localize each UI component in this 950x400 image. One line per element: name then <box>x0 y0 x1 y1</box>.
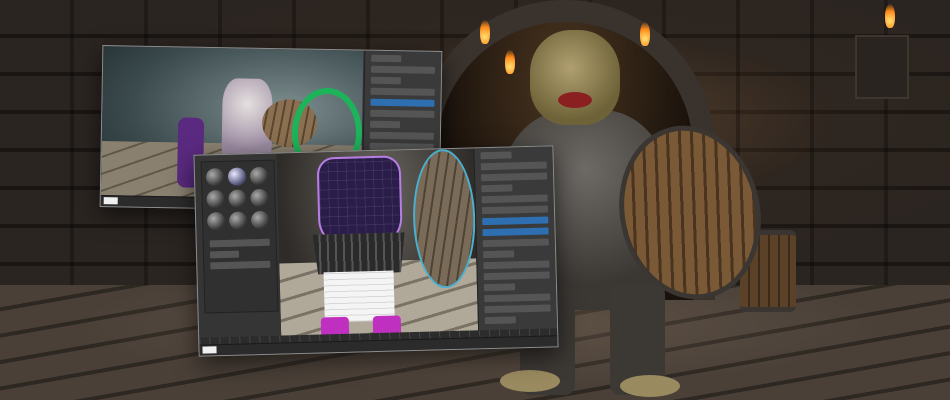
material-sphere-icon[interactable] <box>206 211 226 231</box>
material-sphere-icon[interactable] <box>228 211 248 230</box>
status-swatch <box>202 346 217 354</box>
material-editor-panel <box>200 159 279 314</box>
material-sphere-icon[interactable] <box>228 189 247 208</box>
orc-foot-left <box>500 370 560 392</box>
material-sphere-icon[interactable] <box>250 210 270 230</box>
panel-control[interactable] <box>484 304 551 314</box>
panel-control[interactable] <box>481 172 548 182</box>
orc-foot-right <box>620 375 680 397</box>
character-skirt <box>313 232 406 274</box>
panel-control[interactable] <box>483 283 516 292</box>
viewport-window-2 <box>193 145 559 357</box>
status-swatch <box>103 197 118 205</box>
panel-control[interactable] <box>370 76 402 85</box>
material-sphere-icon[interactable] <box>227 167 247 186</box>
hero-banner <box>0 0 950 400</box>
panel-control[interactable] <box>481 205 549 215</box>
material-param[interactable] <box>209 250 239 259</box>
perspective-viewport-wireframe[interactable] <box>276 148 480 342</box>
panel-control[interactable] <box>483 250 515 259</box>
panel-control[interactable] <box>481 184 513 193</box>
panel-control[interactable] <box>370 87 435 96</box>
orc-mouth <box>558 92 592 108</box>
panel-control[interactable] <box>483 271 550 281</box>
torch-icon <box>885 4 895 28</box>
orc-head <box>530 30 620 125</box>
panel-control-selected[interactable] <box>482 227 549 237</box>
panel-control[interactable] <box>484 293 551 303</box>
material-sphere-icon[interactable] <box>205 167 225 187</box>
panel-control[interactable] <box>370 120 401 129</box>
panel-control-selected[interactable] <box>370 98 435 107</box>
panel-control[interactable] <box>484 316 517 325</box>
panel-control[interactable] <box>480 161 547 171</box>
character-legs-wireframe <box>323 270 395 323</box>
material-sphere-icon[interactable] <box>206 189 225 209</box>
panel-control[interactable] <box>483 260 550 270</box>
material-sphere-icon[interactable] <box>250 188 269 208</box>
material-param[interactable] <box>209 238 270 248</box>
panel-control[interactable] <box>370 65 436 74</box>
material-param[interactable] <box>210 260 271 270</box>
panel-control[interactable] <box>371 54 402 63</box>
panel-control[interactable] <box>482 238 549 248</box>
panel-control[interactable] <box>481 194 548 204</box>
panel-control[interactable] <box>480 151 512 160</box>
wall-sconce <box>855 35 909 99</box>
material-sphere-icon[interactable] <box>249 166 269 186</box>
command-panel <box>473 146 558 349</box>
panel-control-selected[interactable] <box>482 216 549 226</box>
panel-control[interactable] <box>370 109 435 118</box>
panel-control[interactable] <box>369 131 434 140</box>
